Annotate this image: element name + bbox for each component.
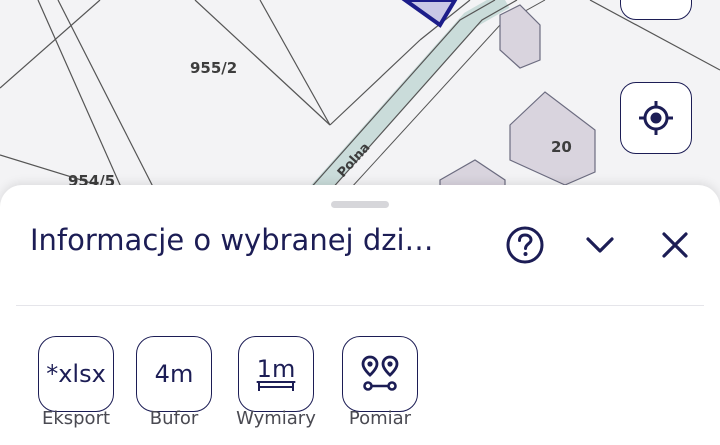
- export-xlsx-label: *xlsx: [46, 360, 106, 388]
- buffer-button[interactable]: 4m: [136, 336, 212, 412]
- measurement-caption: Pomiar: [348, 408, 412, 429]
- question-circle-icon: [506, 226, 544, 264]
- buffer-label: 4m: [154, 360, 194, 388]
- export-caption: Eksport: [41, 408, 111, 429]
- parcel-label-955-2: 955/2: [190, 59, 237, 77]
- measurement-button[interactable]: [342, 336, 418, 412]
- help-button[interactable]: [503, 225, 547, 265]
- locate-button[interactable]: [620, 82, 692, 154]
- building-number: 20: [551, 138, 572, 156]
- route-pins-icon: [361, 355, 399, 391]
- drag-handle[interactable]: [331, 201, 389, 208]
- ruler-icon: 1m: [256, 357, 296, 391]
- buffer-caption: Bufor: [149, 408, 199, 429]
- map-layers-button[interactable]: [620, 0, 692, 20]
- sheet-title: Informacje o wybranej dzi…: [30, 223, 434, 257]
- crosshair-icon: [639, 101, 673, 135]
- parcel-info-sheet: Informacje o wybranej dzi… *xlsx 4m 1m E…: [0, 185, 720, 445]
- chevron-down-icon: [586, 237, 614, 253]
- divider: [16, 305, 704, 306]
- collapse-button[interactable]: [578, 225, 622, 265]
- dimensions-label: 1m: [256, 355, 296, 383]
- dimensions-button[interactable]: 1m: [238, 336, 314, 412]
- close-icon: [662, 232, 688, 258]
- export-xlsx-button[interactable]: *xlsx: [38, 336, 114, 412]
- close-button[interactable]: [653, 225, 697, 265]
- dimensions-caption: Wymiary: [236, 408, 316, 429]
